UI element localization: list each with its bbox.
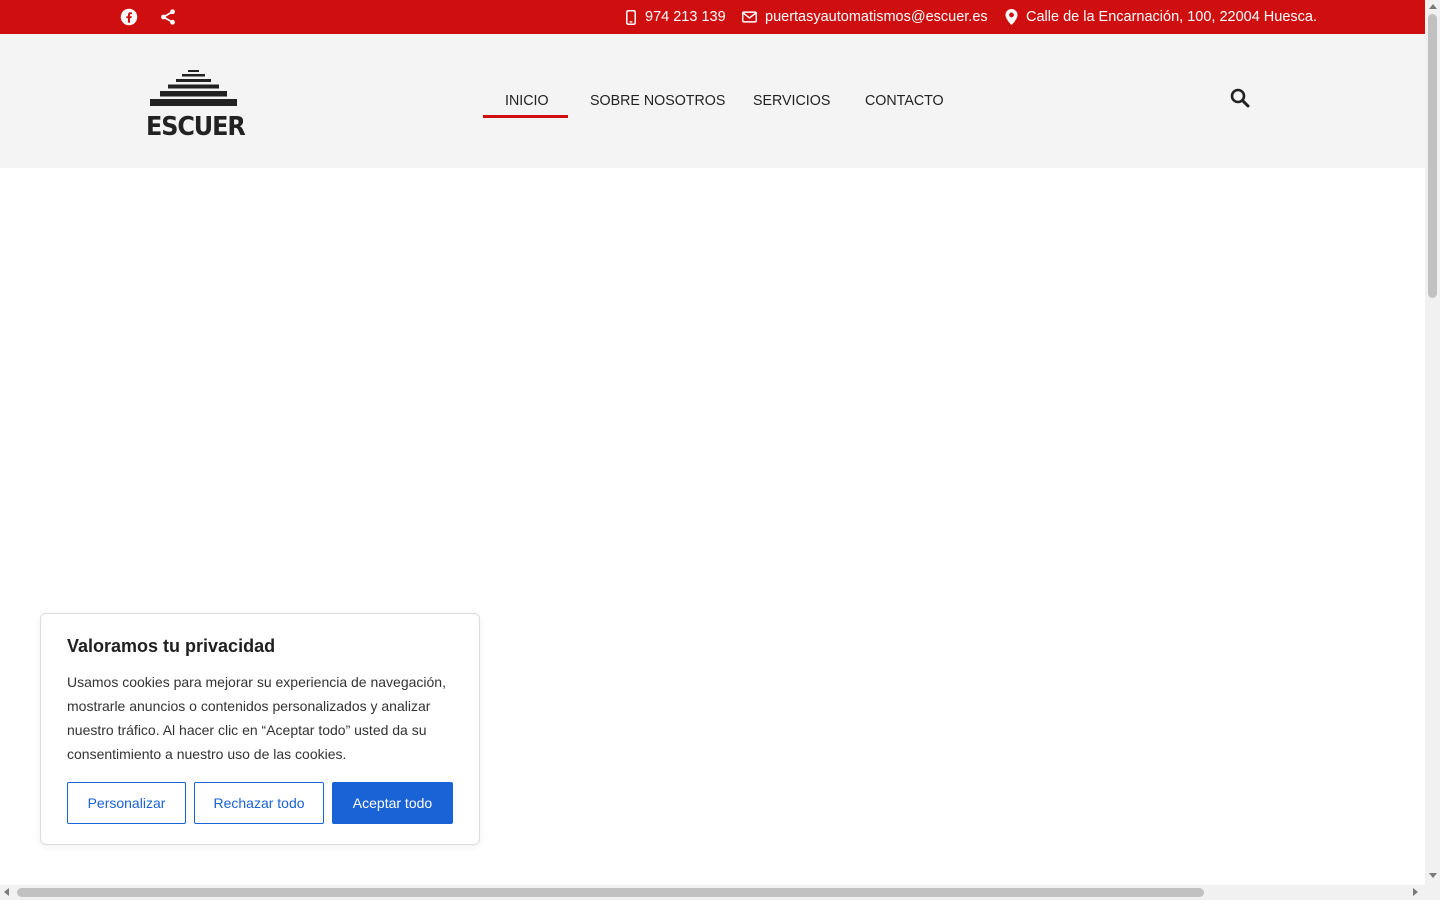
- mobile-phone-icon: [626, 9, 636, 25]
- scroll-down-arrow-icon[interactable]: [1429, 873, 1437, 878]
- top-contact-bar: 974 213 139 puertasyautomatismos@escuer.…: [0, 0, 1425, 34]
- customize-button[interactable]: Personalizar: [67, 782, 186, 824]
- vertical-scrollbar[interactable]: [1425, 0, 1440, 885]
- email-address: puertasyautomatismos@escuer.es: [765, 9, 988, 25]
- address-contact[interactable]: Calle de la Encarnación, 100, 22004 Hues…: [1005, 0, 1317, 34]
- scroll-up-arrow-icon[interactable]: [1429, 4, 1437, 9]
- nav-item-sobre-nosotros[interactable]: SOBRE NOSOTROS: [590, 92, 725, 109]
- envelope-icon: [742, 11, 757, 23]
- scroll-left-arrow-icon[interactable]: [4, 888, 9, 896]
- scrollbar-corner: [1425, 885, 1440, 900]
- logo-text: ESCUER: [146, 112, 246, 142]
- logo-stripes-icon: [150, 70, 237, 106]
- search-icon[interactable]: [1230, 88, 1252, 110]
- escuer-logo[interactable]: ESCUER: [146, 68, 246, 142]
- site-header: ESCUER INICIO SOBRE NOSOTROS SERVICIOS C…: [0, 34, 1425, 168]
- horizontal-scrollbar[interactable]: [0, 885, 1425, 900]
- share-icon[interactable]: [158, 7, 178, 27]
- phone-contact[interactable]: 974 213 139: [625, 0, 726, 34]
- facebook-icon[interactable]: [119, 7, 139, 27]
- nav-item-contacto[interactable]: CONTACTO: [865, 92, 944, 109]
- vertical-scroll-thumb[interactable]: [1428, 14, 1437, 298]
- horizontal-scroll-thumb[interactable]: [17, 888, 1204, 897]
- map-pin-icon: [1005, 9, 1018, 25]
- reject-all-button[interactable]: Rechazar todo: [194, 782, 324, 824]
- accept-all-button[interactable]: Aceptar todo: [332, 782, 453, 824]
- nav-item-servicios[interactable]: SERVICIOS: [753, 92, 830, 109]
- active-nav-indicator: [483, 115, 568, 118]
- phone-number: 974 213 139: [645, 9, 726, 25]
- cookie-title: Valoramos tu privacidad: [67, 636, 276, 656]
- scroll-right-arrow-icon[interactable]: [1413, 888, 1418, 896]
- nav-item-inicio[interactable]: INICIO: [505, 92, 549, 109]
- email-contact[interactable]: puertasyautomatismos@escuer.es: [742, 0, 988, 34]
- cookie-description: Usamos cookies para mejorar su experienc…: [67, 674, 446, 762]
- cookie-consent-banner: Valoramos tu privacidad Usamos cookies p…: [40, 613, 480, 845]
- address-text: Calle de la Encarnación, 100, 22004 Hues…: [1026, 9, 1317, 25]
